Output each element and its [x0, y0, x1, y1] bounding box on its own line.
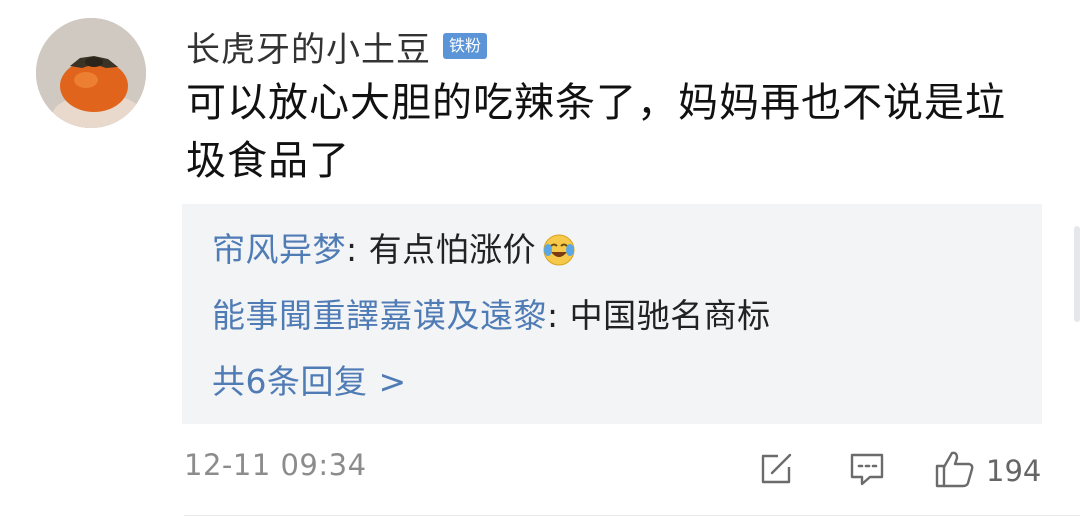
more-replies-link[interactable]: 共6条回复 >	[212, 360, 407, 404]
share-button[interactable]	[758, 448, 794, 494]
timestamp: 12-11 09:34	[184, 448, 367, 482]
reply-text: 有点怕涨价	[368, 230, 537, 269]
reply-separator: :	[547, 296, 570, 335]
avatar[interactable]	[36, 18, 146, 128]
reply-item[interactable]: 帘风异梦: 有点怕涨价	[212, 228, 576, 278]
reply-author[interactable]: 帘风异梦	[212, 230, 346, 269]
like-count: 194	[986, 454, 1042, 488]
persimmon-avatar-image	[36, 18, 146, 128]
thumbs-up-icon	[934, 449, 976, 493]
share-edit-icon	[758, 451, 794, 491]
comment-button[interactable]	[848, 448, 886, 494]
reply-text: 中国驰名商标	[569, 296, 771, 335]
reply-author[interactable]: 能事聞重譯嘉谟及遠黎	[212, 296, 547, 335]
username-row: 长虎牙的小土豆 铁粉	[186, 22, 488, 71]
fan-badge[interactable]: 铁粉	[443, 33, 488, 59]
laugh-cry-emoji-icon	[542, 233, 576, 278]
username[interactable]: 长虎牙的小土豆	[186, 22, 431, 71]
comment-icon	[848, 450, 886, 492]
reply-box[interactable]: 帘风异梦: 有点怕涨价 能事聞重譯嘉谟及遠黎: 中国驰名商标 共6条回复 >	[182, 204, 1042, 424]
scrollbar[interactable]	[1074, 226, 1080, 322]
like-button[interactable]: 194	[934, 448, 1041, 494]
comment-text: 可以放心大胆的吃辣条了，妈妈再也不说是垃圾食品了	[186, 80, 1006, 184]
reply-item[interactable]: 能事聞重譯嘉谟及遠黎: 中国驰名商标	[212, 294, 771, 338]
reply-separator: :	[346, 230, 369, 269]
